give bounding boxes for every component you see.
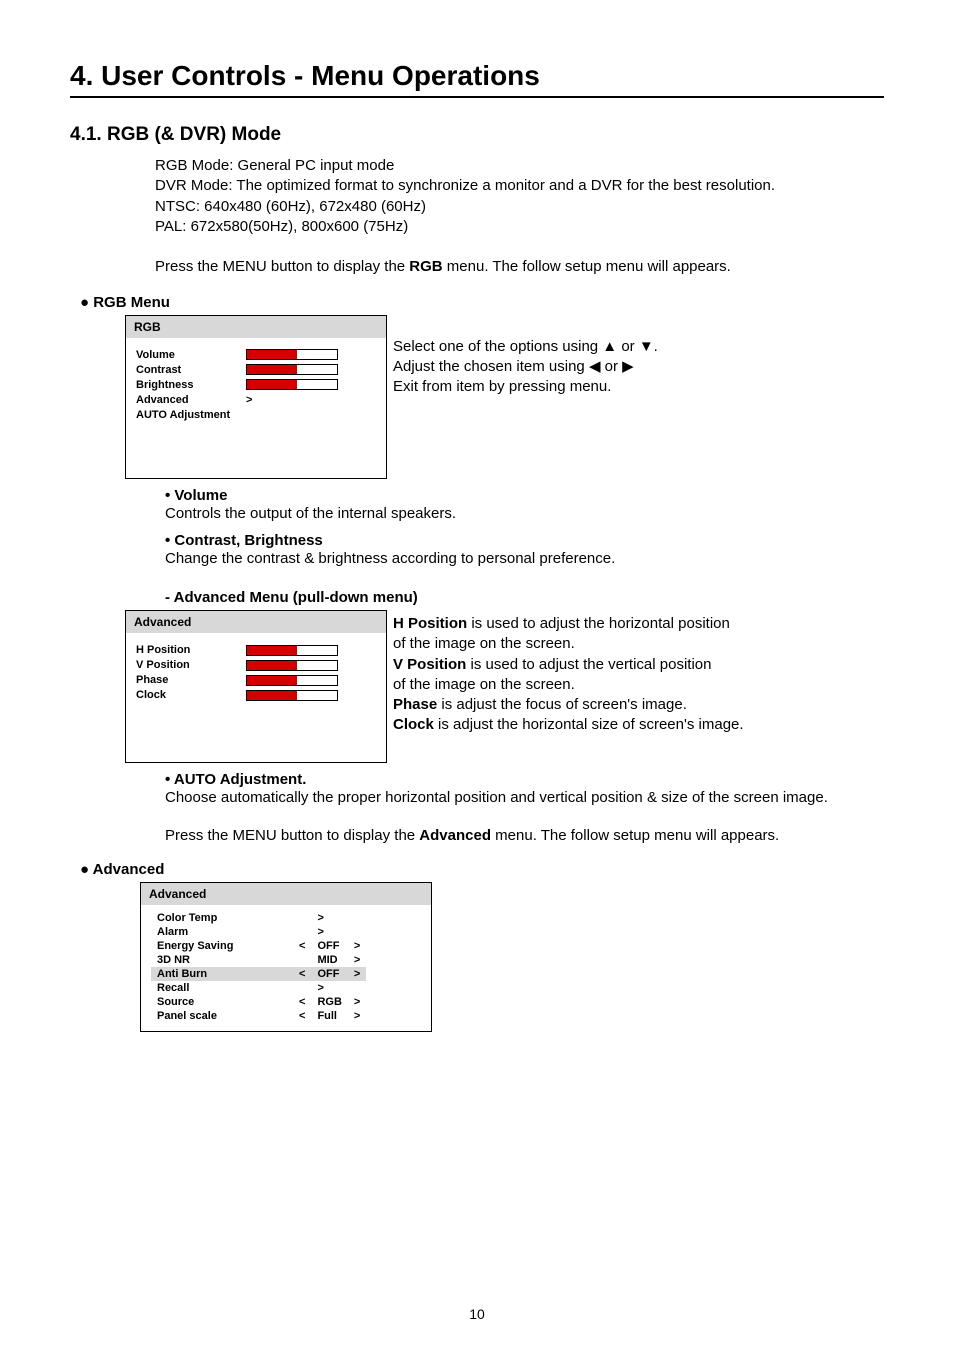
osd-item-value: Full <box>311 1009 347 1023</box>
intro-block: RGB Mode: General PC input mode DVR Mode… <box>155 156 884 278</box>
osd-item-value: OFF <box>311 939 347 953</box>
osd-item-label: 3D NR <box>151 953 293 967</box>
text: Press the MENU button to display the <box>165 827 419 844</box>
osd-value: > <box>246 394 252 406</box>
item-heading: • AUTO Adjustment. <box>165 771 884 788</box>
rgb-menu-heading: ● RGB Menu <box>80 294 884 311</box>
item-heading: • Contrast, Brightness <box>165 532 884 549</box>
divider <box>70 96 884 98</box>
lt-icon: < <box>293 1009 311 1023</box>
desc-line: Phase is adjust the focus of screen's im… <box>393 695 744 715</box>
osd-item-label: Color Temp <box>151 911 293 925</box>
desc-line: Exit from item by pressing menu. <box>393 377 658 397</box>
item-text: Choose automatically the proper horizont… <box>165 788 884 808</box>
osd-item-label: Alarm <box>151 925 293 939</box>
osd-item-label: Recall <box>151 981 293 995</box>
desc-line: of the image on the screen. <box>393 634 744 654</box>
intro-line: RGB Mode: General PC input mode <box>155 156 884 176</box>
intro-line: DVR Mode: The optimized format to synchr… <box>155 176 884 196</box>
osd-item-value: > <box>311 925 347 939</box>
text: is used to adjust the horizontal positio… <box>467 615 730 632</box>
osd-item-value: > <box>311 911 347 925</box>
osd-rgb-box: RGB Volume Contrast Brightness Advanced>… <box>125 315 387 479</box>
text: menu. The follow setup menu will appears… <box>443 258 731 275</box>
osd-title: Advanced <box>141 883 431 905</box>
subsection-title: 4.1. RGB (& DVR) Mode <box>70 124 884 146</box>
desc-line: H Position is used to adjust the horizon… <box>393 614 744 634</box>
desc-line: Adjust the chosen item using ◀ or ▶ <box>393 357 658 377</box>
text-bold: Advanced <box>419 827 491 844</box>
desc-line: Select one of the options using ▲ or ▼. <box>393 337 658 357</box>
slider-icon <box>246 364 338 375</box>
osd-item: Phase <box>136 674 246 686</box>
osd-advanced-box: Advanced Color Temp > Alarm > Energy Savin… <box>140 882 432 1032</box>
text-bold: Phase <box>393 696 437 713</box>
osd-item-label: Energy Saving <box>151 939 293 953</box>
item-text: Change the contrast & brightness accordi… <box>165 549 884 569</box>
slider-icon <box>246 645 338 656</box>
osd-item-label: Panel scale <box>151 1009 293 1023</box>
text-bold: Clock <box>393 716 434 733</box>
slider-icon <box>246 660 338 671</box>
lt-icon: < <box>293 939 311 953</box>
slider-icon <box>246 690 338 701</box>
osd-item: V Position <box>136 659 246 671</box>
osd-item: AUTO Adjustment <box>136 409 230 421</box>
lt-icon <box>293 953 311 967</box>
osd-item-label: Source <box>151 995 293 1009</box>
lt-icon: < <box>293 967 311 981</box>
text: is used to adjust the vertical position <box>466 656 711 673</box>
text-bold: H Position <box>393 615 467 632</box>
osd-item: Volume <box>136 349 246 361</box>
osd-description: H Position is used to adjust the horizon… <box>393 610 744 763</box>
text-bold: V Position <box>393 656 466 673</box>
advanced-pulldown-heading: - Advanced Menu (pull-down menu) <box>165 589 884 606</box>
page-number: 10 <box>0 1306 954 1322</box>
gt-icon: > <box>348 939 366 953</box>
osd-item-label: Anti Burn <box>151 967 293 981</box>
osd-item-value: OFF <box>311 967 347 981</box>
osd-item-value: > <box>311 981 347 995</box>
gt-icon: > <box>348 953 366 967</box>
osd-item: Advanced <box>136 394 246 406</box>
osd-item-value: MID <box>311 953 347 967</box>
lt-icon: < <box>293 995 311 1009</box>
text: menu. The follow setup menu will appears… <box>491 827 779 844</box>
item-text: Controls the output of the internal spea… <box>165 504 884 524</box>
intro-line: PAL: 672x580(50Hz), 800x600 (75Hz) <box>155 217 884 237</box>
osd-item: Clock <box>136 689 246 701</box>
desc-line: V Position is used to adjust the vertica… <box>393 655 744 675</box>
intro-line: NTSC: 640x480 (60Hz), 672x480 (60Hz) <box>155 197 884 217</box>
intro-line: Press the MENU button to display the RGB… <box>155 257 884 277</box>
section-title: 4. User Controls - Menu Operations <box>70 60 884 92</box>
item-heading: • Volume <box>165 487 884 504</box>
osd-description: Select one of the options using ▲ or ▼. … <box>393 315 658 479</box>
desc-line: Clock is adjust the horizontal size of s… <box>393 715 744 735</box>
osd-item: Contrast <box>136 364 246 376</box>
osd-advanced-table: Color Temp> Alarm> Energy Saving<OFF> 3D… <box>151 911 366 1023</box>
gt-icon: > <box>348 967 366 981</box>
text: Press the MENU button to display the <box>155 258 409 275</box>
text-bold: RGB <box>409 258 442 275</box>
press-line: Press the MENU button to display the Adv… <box>165 826 884 846</box>
advanced-heading: ● Advanced <box>80 861 884 878</box>
osd-item: H Position <box>136 644 246 656</box>
osd-title: Advanced <box>126 611 386 633</box>
osd-advanced-pulldown-box: Advanced H Position V Position Phase Clo… <box>125 610 387 763</box>
osd-title: RGB <box>126 316 386 338</box>
text: is adjust the focus of screen's image. <box>437 696 687 713</box>
osd-item-value: RGB <box>311 995 347 1009</box>
desc-line: of the image on the screen. <box>393 675 744 695</box>
gt-icon: > <box>348 1009 366 1023</box>
slider-icon <box>246 675 338 686</box>
gt-icon: > <box>348 995 366 1009</box>
osd-item: Brightness <box>136 379 246 391</box>
slider-icon <box>246 349 338 360</box>
text: is adjust the horizontal size of screen'… <box>434 716 744 733</box>
slider-icon <box>246 379 338 390</box>
